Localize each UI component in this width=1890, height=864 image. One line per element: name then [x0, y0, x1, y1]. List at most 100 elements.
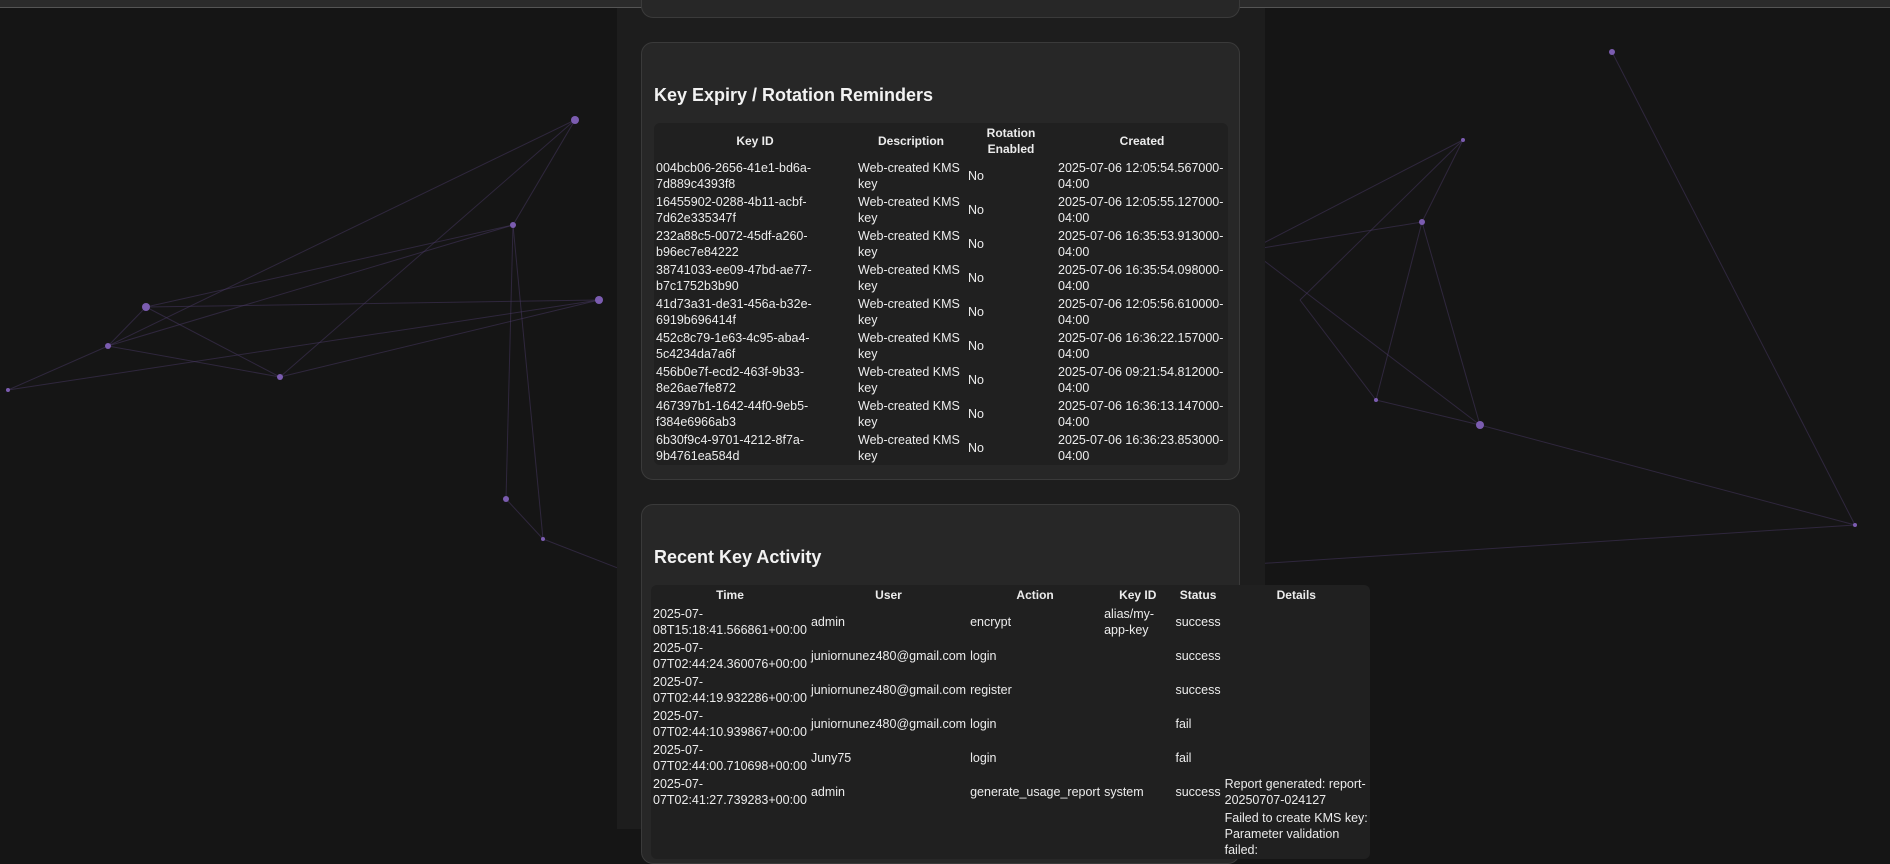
main-column: Key Expiry / Rotation Reminders Key ID De…	[617, 0, 1370, 864]
table-cell: login	[970, 717, 997, 731]
table-row: 004bcb06-2656-41e1-bd6a-7d889c4393f8 Web-…	[654, 159, 1228, 193]
column-header: Key ID	[1119, 588, 1157, 602]
network-node	[510, 222, 516, 228]
network-line	[505, 224, 514, 500]
table-cell: encrypt	[970, 615, 1012, 629]
table-cell: success	[1175, 649, 1221, 663]
network-node	[105, 343, 111, 349]
table-cell: system	[1104, 785, 1144, 799]
table-cell: 2025-07-07T02:44:10.939867+00:00	[653, 709, 807, 739]
table-cell: No	[968, 271, 984, 285]
network-line	[512, 224, 544, 540]
key-expiry-table: Key ID Description Rotation Enabled Created…	[654, 123, 1228, 465]
table-row: 2025-07-07T02:44:24.360076+00:00 juniornu…	[651, 639, 1370, 673]
network-line	[1299, 139, 1464, 301]
table-cell: 2025-07-07T02:44:00.710698+00:00	[653, 743, 807, 773]
table-row: 41d73a31-de31-456a-b32e-6919b696414f Web-…	[654, 295, 1228, 329]
network-line	[1421, 221, 1481, 426]
table-row: 452c8c79-1e63-4c95-aba4-5c4234da7a6f Web-…	[654, 329, 1228, 363]
table-cell	[1223, 639, 1370, 673]
network-node	[1461, 138, 1465, 142]
network-line	[512, 119, 576, 226]
network-line	[1375, 221, 1423, 401]
network-node	[503, 496, 509, 502]
table-cell: admin	[810, 615, 845, 629]
table-cell: No	[968, 441, 984, 455]
table-row: 16455902-0288-4b11-acbf-7d62e335347f Web-…	[654, 193, 1228, 227]
table-cell: 6b30f9c4-9701-4212-8f7a-9b4761ea584d	[656, 433, 805, 463]
table-cell: juniornunez480@gmail.com	[810, 683, 967, 697]
network-line	[7, 345, 109, 391]
section-title: Key Expiry / Rotation Reminders	[654, 85, 934, 105]
table-cell	[1223, 673, 1370, 707]
network-line	[1299, 299, 1377, 401]
table-cell: Failed to create KMS key: Parameter vali…	[1224, 811, 1368, 857]
column-header: Key ID	[736, 134, 774, 148]
table-cell	[1102, 809, 1173, 859]
table-cell: fail	[1175, 751, 1192, 765]
table-cell: No	[968, 169, 984, 183]
table-cell: No	[968, 237, 984, 251]
table-cell: Juny75	[810, 751, 852, 765]
table-cell: 2025-07-06 16:35:54.098000-04:00	[1058, 263, 1224, 293]
table-cell: 2025-07-07T02:41:27.739283+00:00	[653, 777, 807, 807]
table-cell: register	[970, 683, 1012, 697]
table-row: 38741033-ee09-47bd-ae77-b7c1752b3b90 Web-…	[654, 261, 1228, 295]
network-line	[1479, 424, 1856, 526]
table-cell: No	[968, 305, 984, 319]
network-line	[107, 224, 514, 347]
table-cell: 232a88c5-0072-45df-a260-b96ec7e84222	[656, 229, 808, 259]
table-row: 2025-07-07T02:41:27.739283+00:00 admin gen…	[651, 775, 1370, 809]
table-cell	[1223, 707, 1370, 741]
table-cell: No	[968, 407, 984, 421]
table-row: 456b0e7f-ecd2-463f-9b33-8e26ae7fe872 Web-…	[654, 363, 1228, 397]
table-row: 2025-07-07T02:44:00.710698+00:00 Juny75 lo…	[651, 741, 1370, 775]
table-cell: Web-created KMS key	[858, 195, 960, 225]
table-row: 2025-07-07T02:44:19.932286+00:00 juniornu…	[651, 673, 1370, 707]
table-cell	[651, 809, 809, 859]
table-cell: 2025-07-06 09:21:54.812000-04:00	[1058, 365, 1224, 395]
column-header: User	[875, 588, 902, 602]
table-cell: 452c8c79-1e63-4c95-aba4-5c4234da7a6f	[656, 331, 810, 361]
table-cell: Web-created KMS key	[858, 433, 960, 463]
table-cell: Web-created KMS key	[858, 365, 960, 395]
network-line	[279, 119, 576, 378]
recent-activity-card: Recent Key Activity Time User Action Key ID…	[641, 504, 1370, 864]
table-cell: 2025-07-07T02:44:19.932286+00:00	[653, 675, 807, 705]
network-line	[1249, 139, 1464, 251]
network-node	[277, 374, 283, 380]
network-node	[1853, 523, 1857, 527]
table-cell	[1102, 741, 1173, 775]
table-cell: admin	[810, 785, 845, 799]
table-cell	[1102, 673, 1173, 707]
table-cell: generate_usage_report	[970, 785, 1101, 799]
table-cell: No	[968, 339, 984, 353]
table-row: 232a88c5-0072-45df-a260-b96ec7e84222 Web-…	[654, 227, 1228, 261]
network-node	[1374, 398, 1378, 402]
table-row: 2025-07-08T15:18:41.566861+00:00 admin enc…	[651, 605, 1370, 639]
network-line	[1375, 399, 1481, 426]
column-header: Action	[1016, 588, 1054, 602]
network-node	[142, 303, 150, 311]
table-row: 467397b1-1642-44f0-9eb5-f384e6966ab3 Web-…	[654, 397, 1228, 431]
network-node	[1476, 421, 1484, 429]
network-line	[145, 224, 514, 308]
column-header: Time	[716, 588, 744, 602]
network-line	[1249, 221, 1423, 251]
network-line	[505, 498, 544, 540]
table-cell: Web-created KMS key	[858, 399, 960, 429]
table-cell: 2025-07-06 12:05:54.567000-04:00	[1058, 161, 1224, 191]
network-node	[6, 388, 10, 392]
table-cell: 2025-07-06 16:36:23.853000-04:00	[1058, 433, 1224, 463]
column-header: Description	[877, 134, 944, 148]
column-header: Status	[1179, 588, 1217, 602]
table-cell: Web-created KMS key	[858, 263, 960, 293]
table-cell: juniornunez480@gmail.com	[810, 717, 967, 731]
table-cell: Web-created KMS key	[858, 331, 960, 361]
table-cell: success	[1175, 683, 1221, 697]
table-cell: success	[1175, 615, 1221, 629]
network-line	[1611, 51, 1856, 526]
table-cell: 2025-07-06 12:05:55.127000-04:00	[1058, 195, 1224, 225]
table-cell: 2025-07-06 12:05:56.610000-04:00	[1058, 297, 1224, 327]
column-header: Details	[1276, 588, 1316, 602]
